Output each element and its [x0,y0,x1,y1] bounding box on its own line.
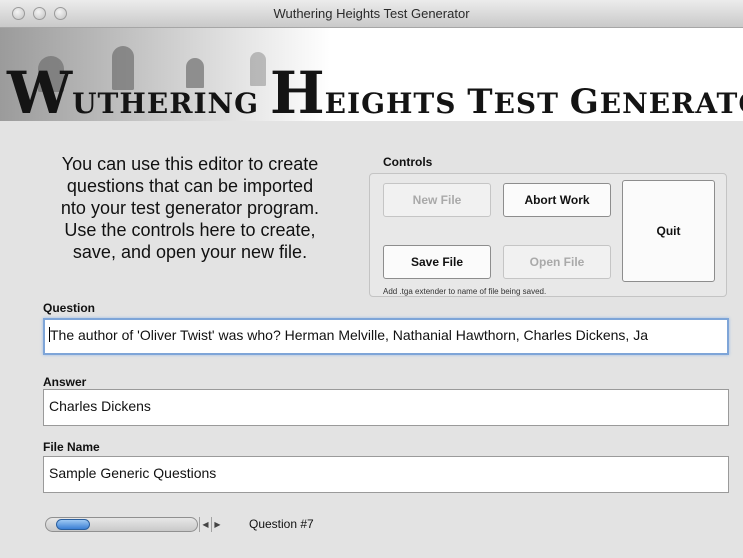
app-window: Wuthering Heights Test Generator WUTHERI… [0,0,743,558]
open-file-button[interactable]: Open File [503,245,611,279]
banner-title-est: EST [493,87,570,120]
answer-label: Answer [43,375,87,389]
question-value: The author of 'Oliver Twist' was who? He… [50,327,648,343]
intro-line: You can use this editor to create [61,154,319,174]
intro-line: save, and open your new file. [72,242,308,262]
question-number: Question #7 [249,517,314,531]
file-name-field[interactable]: Sample Generic Questions [43,456,729,493]
editor-panel: You can use this editor to create questi… [0,121,743,558]
banner-title: WUTHERING HEIGHTS TEST GENERATOR [7,64,743,121]
new-file-button[interactable]: New File [383,183,491,217]
save-hint: Add .tga extender to name of file being … [383,287,547,296]
file-name-value: Sample Generic Questions [49,465,217,481]
intro-text: You can use this editor to create questi… [40,153,340,263]
question-label: Question [43,301,96,315]
arrow-left-icon[interactable]: ◀ [199,517,211,532]
abort-work-button[interactable]: Abort Work [503,183,611,217]
arrow-right-icon[interactable]: ▶ [211,517,223,532]
question-slider[interactable] [45,517,198,532]
answer-value: Charles Dickens [49,398,151,414]
banner-title-eights: EIGHTS [324,87,468,120]
title-bar[interactable]: Wuthering Heights Test Generator [0,0,743,28]
answer-field[interactable]: Charles Dickens [43,389,729,426]
save-file-button[interactable]: Save File [383,245,491,279]
banner-title-uthering: UTHERING [72,87,270,120]
intro-line: Use the controls here to create, [64,220,316,240]
intro-line: questions that can be imported [66,176,314,196]
slider-thumb[interactable] [56,519,90,530]
banner-title-g: G [569,82,600,121]
window-title: Wuthering Heights Test Generator [273,6,470,21]
banner-title-w: W [7,59,73,121]
file-name-label: File Name [43,440,100,454]
controls-label: Controls [383,155,433,169]
quit-button[interactable]: Quit [622,180,715,282]
banner: WUTHERING HEIGHTS TEST GENERATOR [0,28,743,121]
intro-line: nto your test generator program. [60,198,320,218]
banner-title-h: H [269,59,325,121]
question-field[interactable]: The author of 'Oliver Twist' was who? He… [43,318,729,355]
banner-title-enerator: ENERATOR [599,87,743,120]
banner-title-t: T [467,82,494,121]
